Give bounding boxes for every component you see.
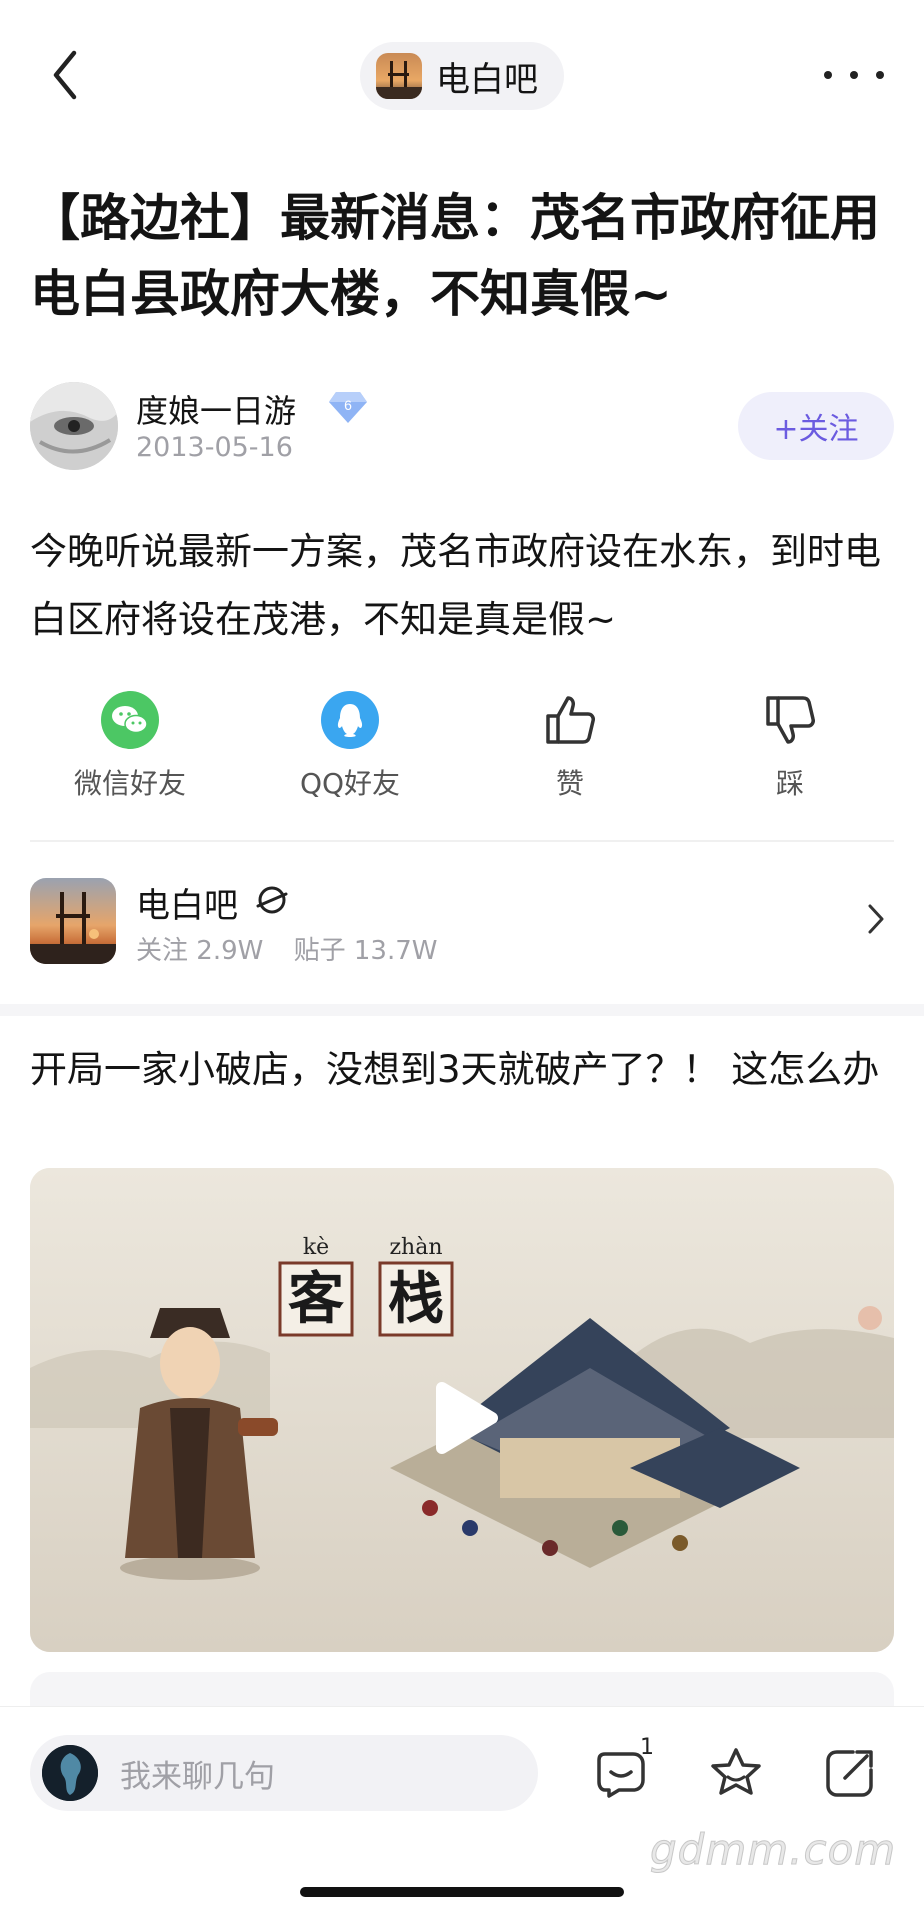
back-button[interactable] [40, 45, 90, 105]
forum-post-count: 13.7W [353, 936, 438, 966]
share-qq-label: QQ好友 [299, 767, 401, 800]
forum-card[interactable]: 电白吧 关注 2.9W 贴子 13.7W [30, 878, 894, 966]
dot-icon [850, 71, 858, 79]
recommended-post-title[interactable]: 开局一家小破店，没想到3天就破产了？！ 这怎么办 [30, 1040, 900, 1100]
level-badge: 6 [328, 390, 368, 424]
post-date: 2013-05-16 [136, 432, 293, 463]
forum-follow-stat: 关注 2.9W [136, 936, 263, 966]
diamond-icon: 6 [329, 392, 367, 423]
forum-follow-count: 2.9W [196, 936, 264, 966]
forum-post-label: 贴子 [293, 936, 346, 966]
sign-char-zhan: 栈 [388, 1266, 444, 1332]
comment-placeholder: 我来聊几句 [120, 1758, 275, 1795]
post-body: 今晚听说最新一方案，茂名市政府设在水东，到时电白区府将设在茂港，不知是真是假~ [30, 530, 881, 641]
favorite-button[interactable] [706, 1743, 766, 1803]
thumbs-down-icon [760, 690, 820, 750]
forum-pill[interactable]: 电白吧 [360, 42, 564, 110]
author-avatar[interactable] [30, 382, 118, 470]
share-qq-button[interactable]: QQ好友 [270, 690, 430, 802]
like-label: 赞 [555, 767, 584, 800]
video-thumbnail[interactable]: kè zhàn 客 栈 [30, 1168, 894, 1652]
author-name[interactable]: 度娘一日游 [136, 386, 296, 432]
forum-pill-label: 电白吧 [436, 59, 538, 100]
wechat-icon [100, 690, 160, 750]
share-icon [826, 1750, 873, 1797]
chevron-left-icon [53, 50, 77, 100]
sign-char-ke: 客 [288, 1266, 344, 1332]
divider [30, 840, 894, 842]
watermark: gdmm.com [649, 1825, 897, 1875]
star-icon [711, 1748, 761, 1795]
chevron-right-icon [866, 902, 886, 940]
share-wechat-button[interactable]: 微信好友 [50, 690, 210, 802]
forum-avatar-small [376, 53, 422, 99]
follow-button[interactable]: +关注 [738, 392, 894, 460]
pinyin-zhan: zhàn [389, 1235, 442, 1260]
forum-name: 电白吧 [136, 886, 238, 926]
dislike-label: 踩 [775, 767, 804, 800]
post-title: 【路边社】最新消息：茂名市政府征用电白县政府大楼，不知真假~ [30, 189, 880, 323]
dislike-button[interactable]: 踩 [710, 690, 870, 802]
qq-icon [320, 690, 380, 750]
thumbs-up-icon [540, 690, 600, 750]
more-options-button[interactable] [824, 55, 884, 95]
comments-button[interactable]: 1 [592, 1735, 654, 1803]
comment-count: 1 [640, 1735, 654, 1760]
planet-icon [254, 882, 290, 922]
share-bar: 微信好友 QQ好友 赞 踩 [0, 690, 924, 810]
home-indicator [300, 1887, 624, 1897]
section-divider [0, 1004, 924, 1016]
dot-icon [824, 71, 832, 79]
user-avatar [42, 1745, 98, 1801]
bottom-action-bar: 我来聊几句 1 gdmm.com [0, 1706, 924, 1918]
level-number: 6 [344, 397, 352, 413]
share-button[interactable] [820, 1743, 880, 1803]
top-navigation-bar: 电白吧 [0, 0, 924, 150]
author-row: 度娘一日游 6 2013-05-16 +关注 [30, 382, 894, 472]
forum-post-stat: 贴子 13.7W [294, 936, 438, 966]
forum-follow-label: 关注 [136, 936, 189, 966]
comment-input[interactable]: 我来聊几句 [30, 1735, 538, 1811]
forum-avatar [30, 878, 116, 964]
forum-stats: 关注 2.9W 贴子 13.7W [136, 930, 460, 967]
like-button[interactable]: 赞 [490, 690, 650, 802]
share-wechat-label: 微信好友 [73, 767, 186, 800]
dot-icon [876, 71, 884, 79]
pinyin-ke: kè [303, 1235, 329, 1260]
